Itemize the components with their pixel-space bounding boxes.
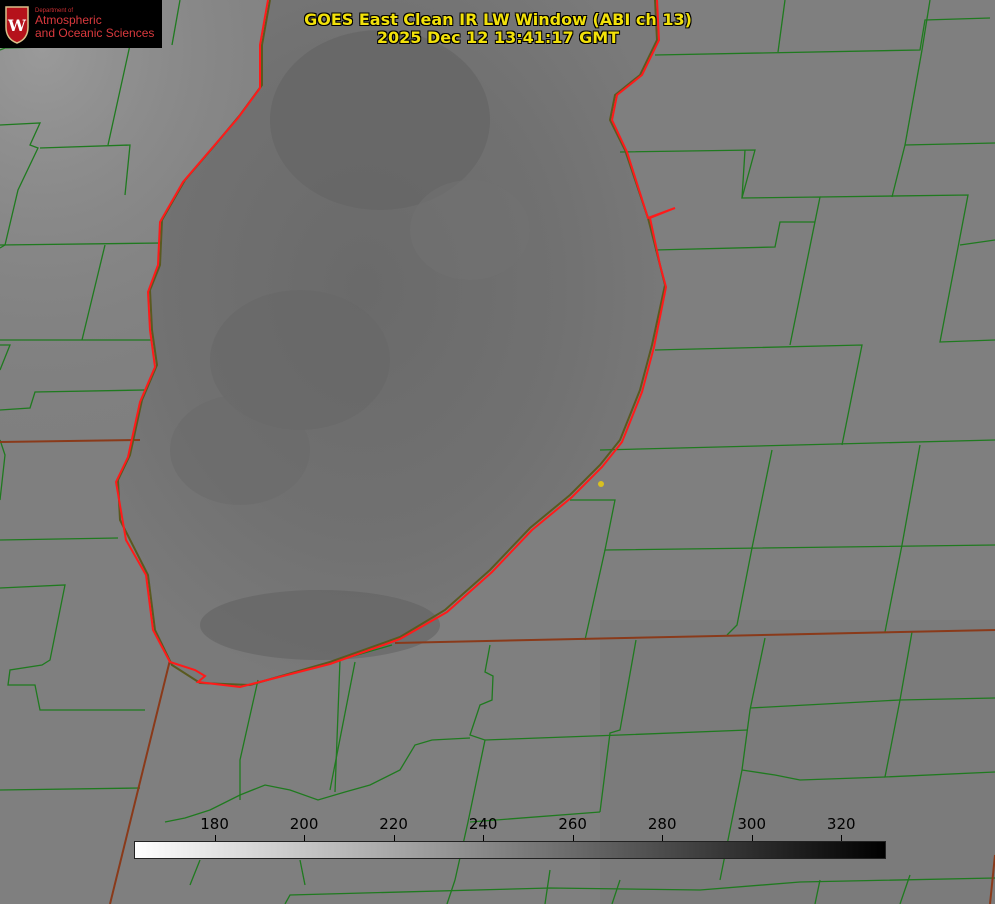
colorbar-tick-mark: [662, 835, 664, 841]
colorbar: [134, 841, 886, 859]
colorbar-tick-mark: [572, 835, 574, 841]
cloud-blob: [200, 590, 440, 660]
colorbar-tick-mark: [483, 835, 485, 841]
logo-line-2: and Oceanic Sciences: [35, 26, 155, 40]
colorbar-tick-label: 220: [379, 815, 408, 833]
southeast-shade: [600, 620, 995, 904]
colorbar-tick-label: 180: [200, 815, 229, 833]
colorbar-tick-mark: [751, 835, 753, 841]
colorbar-tick-label: 280: [647, 815, 677, 833]
colorbar-tick-mark: [393, 835, 395, 841]
department-logo: W Department of Atmospheric and Oceanic …: [0, 0, 162, 48]
colorbar-tick-label: 260: [558, 815, 587, 833]
colorbar-tick-label: 200: [289, 815, 319, 833]
colorbar-tick-label: 300: [737, 815, 767, 833]
title-line-2: 2025 Dec 12 13:41:17 GMT: [376, 28, 620, 47]
image-title: GOES East Clean IR LW Window (ABI ch 13)…: [262, 11, 734, 47]
cloud-blob: [170, 395, 310, 505]
uw-crest-icon: W: [5, 6, 29, 44]
cloud-blob: [410, 180, 530, 280]
svg-text:W: W: [7, 16, 27, 35]
colorbar-tick-mark: [214, 835, 216, 841]
colorbar-tick-label: 320: [826, 815, 856, 833]
colorbar-tick-mark: [304, 835, 306, 841]
satellite-map: [0, 0, 995, 904]
colorbar-tick-label: 240: [468, 815, 498, 833]
colorbar-tick-mark: [841, 835, 843, 841]
title-line-1: GOES East Clean IR LW Window (ABI ch 13): [304, 10, 692, 29]
location-dot: [598, 481, 604, 487]
